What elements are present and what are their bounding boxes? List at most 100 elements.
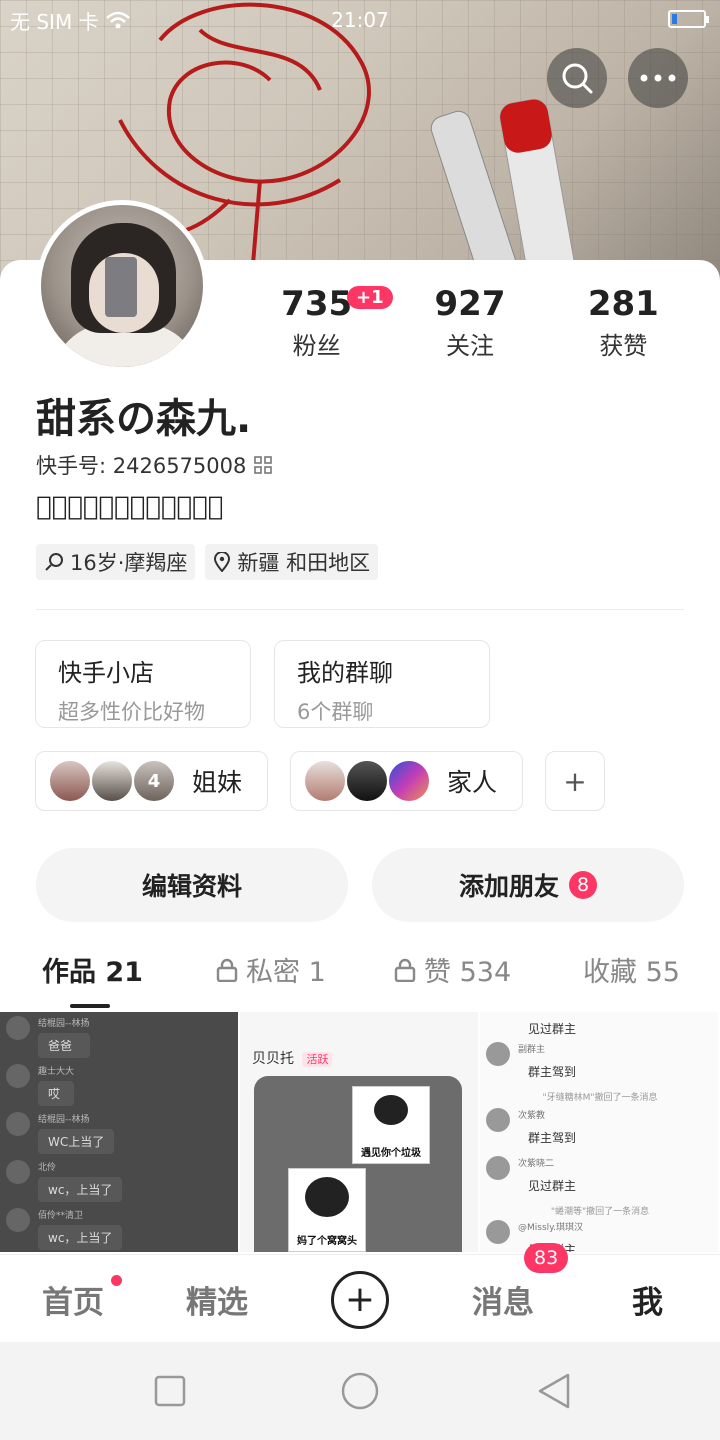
tab-favorites-label: 收藏 55 <box>583 957 680 988</box>
system-message: "蜷潮等"撤回了一条消息 <box>550 1207 650 1217</box>
system-navigation-bar <box>0 1342 720 1440</box>
group-chat-title: 我的群聊 <box>297 659 393 687</box>
avatar[interactable] <box>36 200 208 372</box>
avatar <box>387 759 431 803</box>
group-chat-entry[interactable]: 我的群聊 6个群聊 <box>274 640 490 728</box>
battery-icon <box>668 10 709 28</box>
tab-private[interactable]: 私密 1 <box>216 950 326 989</box>
nav-me[interactable]: 我 <box>632 1277 663 1322</box>
search-button[interactable] <box>547 48 607 108</box>
works-grid: 结棍园--林扬 爸爸 趣士大大哎 结棍园--林扬 WC上当了 北伶 wc，上当了 佰伶… <box>0 1012 720 1252</box>
status-bar: 无 SIM 卡 21:07 <box>0 0 720 40</box>
profile-stats: 735 粉丝 +1 927 关注 281 获赞 <box>240 284 700 361</box>
add-friends-badge: 8 <box>569 871 597 899</box>
avatar <box>90 759 134 803</box>
chat-message: 见过群主 <box>528 1022 577 1036</box>
chat-bubble: 遇见你个垃圾 妈了个窝窝头 <box>254 1076 462 1252</box>
kuaishou-id: 快手号: 2426575008 <box>36 454 247 478</box>
group-chat-subtitle: 6个群聊 <box>297 700 374 724</box>
avatar <box>303 759 347 803</box>
chat-message: 结棍园--林扬 爸爸 <box>6 1016 90 1058</box>
tab-favorites[interactable]: 收藏 55 <box>583 950 680 989</box>
edit-profile-button[interactable]: 编辑资料 <box>36 848 348 922</box>
chat-message: 次紫晓二 见过群主 <box>486 1156 586 1198</box>
tab-liked-label: 赞 534 <box>424 957 512 988</box>
bottom-navigation: 首页 精选 + 消息 83 我 <box>0 1243 720 1342</box>
group-label: 家人 <box>447 768 498 797</box>
group-family[interactable]: 家人 <box>290 751 523 811</box>
qr-code-icon[interactable] <box>254 456 273 474</box>
following-label: 关注 <box>445 332 494 360</box>
work-thumbnail[interactable]: 结棍园--林扬 爸爸 趣士大大哎 结棍园--林扬 WC上当了 北伶 wc，上当了 佰伶… <box>0 1012 240 1252</box>
recent-apps-icon[interactable] <box>154 1375 186 1407</box>
nav-home-label: 首页 <box>42 1285 104 1321</box>
chat-sender: 贝贝托 活跃 <box>252 1048 333 1068</box>
nav-messages[interactable]: 消息 <box>472 1277 534 1322</box>
stat-following[interactable]: 927 关注 <box>393 284 546 361</box>
content-tabs: 作品 21 私密 1 赞 534 收藏 55 <box>0 950 720 1010</box>
shop-title: 快手小店 <box>58 659 154 687</box>
home-icon[interactable] <box>341 1372 379 1410</box>
tab-works[interactable]: 作品 21 <box>42 950 143 989</box>
nav-featured-label: 精选 <box>186 1285 248 1321</box>
avatar <box>48 759 92 803</box>
chat-message: 佰伶**清卫 wc，上当了 <box>6 1208 123 1250</box>
chat-message: 副群主 群主驾到 <box>486 1042 586 1084</box>
divider <box>36 609 684 610</box>
tab-works-label: 作品 21 <box>42 957 143 988</box>
add-group-button[interactable]: + <box>545 751 605 811</box>
add-friends-button[interactable]: 添加朋友 8 <box>372 848 684 922</box>
chat-message: 趣士大大哎 <box>6 1064 75 1106</box>
age-tag: 16岁·摩羯座 <box>36 544 196 580</box>
stat-likes[interactable]: 281 获赞 <box>547 284 700 361</box>
plus-icon: + <box>344 1279 376 1320</box>
nav-featured[interactable]: 精选 <box>186 1277 248 1322</box>
lock-icon <box>394 958 416 982</box>
group-label: 姐妹 <box>192 768 243 797</box>
active-tab-indicator <box>70 1004 110 1008</box>
shop-subtitle: 超多性价比好物 <box>58 700 205 724</box>
avatar: 4 <box>132 759 176 803</box>
tab-private-label: 私密 1 <box>246 957 326 988</box>
new-fans-badge: +1 <box>347 286 393 309</box>
stat-fans[interactable]: 735 粉丝 +1 <box>240 284 393 361</box>
nav-home[interactable]: 首页 <box>42 1277 104 1322</box>
location-tag-text: 新疆 和田地区 <box>237 551 371 575</box>
avatar <box>345 759 389 803</box>
location-icon <box>214 552 231 572</box>
chat-message: 北伶 wc，上当了 <box>6 1160 123 1202</box>
system-nav-icons <box>154 1372 570 1410</box>
following-count: 927 <box>434 284 506 324</box>
work-thumbnail[interactable]: 见过群主 副群主 群主驾到 "牙缝糖林M"撤回了一条消息 次紫教 群主驾到 次紫晓二… <box>480 1012 720 1252</box>
age-tag-text: 16岁·摩羯座 <box>70 551 188 575</box>
more-icon <box>640 74 676 82</box>
clock: 21:07 <box>331 8 389 32</box>
sticker: 遇见你个垃圾 <box>352 1086 430 1164</box>
back-icon[interactable] <box>538 1373 570 1409</box>
chat-message: 次紫教 群主驾到 <box>486 1108 586 1150</box>
home-notification-dot <box>111 1275 122 1286</box>
chat-message: 结棍园--林扬 WC上当了 <box>6 1112 115 1154</box>
profile-signature: ꦿ᷂ꦿ᷂ꦿ᷂ꦿ᷂ꦿ᷂ꦿ᷂ <box>36 492 224 522</box>
search-icon <box>562 63 593 94</box>
nav-messages-label: 消息 <box>472 1285 534 1321</box>
kuaishou-shop-entry[interactable]: 快手小店 超多性价比好物 <box>35 640 251 728</box>
fans-label: 粉丝 <box>292 332 341 360</box>
work-thumbnail[interactable]: 贝贝托 活跃 遇见你个垃圾 妈了个窝窝头 <box>240 1012 480 1252</box>
create-button[interactable]: + <box>331 1271 389 1329</box>
profile-tags: 16岁·摩羯座 新疆 和田地区 <box>36 544 379 580</box>
likes-label: 获赞 <box>599 332 648 360</box>
sticker: 妈了个窝窝头 <box>288 1168 366 1252</box>
plus-icon: + <box>563 764 587 798</box>
messages-badge: 83 <box>524 1243 569 1273</box>
likes-count: 281 <box>587 284 659 324</box>
kuaishou-id-row[interactable]: 快手号: 2426575008 <box>36 450 273 480</box>
group-sisters[interactable]: 4 姐妹 <box>35 751 268 811</box>
edit-profile-label: 编辑资料 <box>141 872 242 901</box>
tab-liked[interactable]: 赞 534 <box>394 950 511 989</box>
system-message: "牙缝糖林M"撤回了一条消息 <box>542 1093 658 1103</box>
nav-me-label: 我 <box>632 1285 663 1321</box>
location-tag: 新疆 和田地区 <box>205 544 379 580</box>
more-button[interactable] <box>628 48 688 108</box>
search-icon <box>45 553 63 571</box>
